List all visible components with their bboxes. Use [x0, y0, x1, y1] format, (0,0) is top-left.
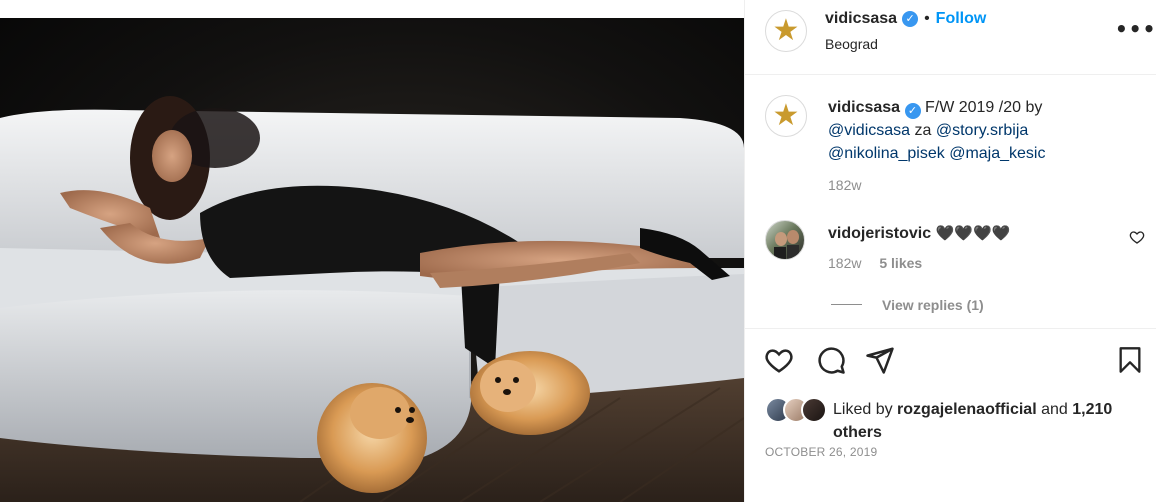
mention-link[interactable]: @nikolina_pisek	[828, 145, 945, 162]
liker-avatar	[801, 397, 827, 423]
comment-text: 🖤🖤🖤🖤	[935, 224, 1011, 242]
liked-by-prefix: Liked by	[833, 401, 893, 418]
comment-like-heart-icon[interactable]	[1129, 229, 1145, 245]
post-date[interactable]: OCTOBER 26, 2019	[765, 445, 877, 459]
likes-suffix[interactable]: others	[833, 424, 882, 441]
actions-divider	[745, 328, 1156, 329]
comment-timestamp[interactable]: 182w	[828, 255, 861, 271]
comment-row: vidojeristovic 🖤🖤🖤🖤	[828, 222, 1010, 245]
caption-text-start: F/W 2019 /20 by	[924, 99, 1043, 116]
author-username[interactable]: vidicsasa	[825, 10, 897, 28]
caption-author-avatar[interactable]: ★	[765, 95, 807, 137]
post-location[interactable]: Beograd	[825, 36, 878, 52]
separator-dot: •	[924, 10, 930, 27]
comment-meta: 182w 5 likes	[828, 255, 922, 271]
commenter-avatar[interactable]	[765, 220, 805, 260]
star-logo-icon: ★	[772, 98, 800, 133]
photo-illustration	[0, 96, 744, 502]
instagram-post-view: ★ vidicsasa ✓ • Follow Beograd ••• ★ vid…	[0, 0, 1156, 502]
verified-badge-icon: ✓	[902, 11, 919, 27]
likes-count[interactable]: 1,210	[1072, 401, 1112, 418]
comment-likes[interactable]: 5 likes	[879, 255, 922, 271]
mention-link[interactable]: @story.srbija	[936, 122, 1028, 139]
post-side-panel: ★ vidicsasa ✓ • Follow Beograd ••• ★ vid…	[744, 0, 1156, 502]
heart-icon[interactable]	[764, 345, 794, 375]
liked-by-user[interactable]: rozgajelenaofficial	[897, 401, 1037, 418]
liked-by-middle: and	[1041, 401, 1068, 418]
mention-link[interactable]: @maja_kesic	[949, 145, 1045, 162]
commenter-username[interactable]: vidojeristovic	[828, 225, 931, 242]
view-replies-button[interactable]: View replies (1)	[882, 297, 984, 313]
paper-plane-icon[interactable]	[865, 345, 895, 375]
liked-by-text: Liked by rozgajelenaofficial and 1,210 o…	[833, 398, 1143, 444]
comment-icon[interactable]	[816, 345, 846, 375]
dog-left	[317, 383, 427, 493]
dog-right	[470, 351, 590, 435]
follow-button[interactable]: Follow	[936, 10, 987, 28]
verified-badge-icon: ✓	[904, 103, 921, 119]
post-photo[interactable]	[0, 18, 744, 502]
commenter-photo	[774, 230, 799, 259]
star-logo-icon: ★	[772, 13, 800, 48]
more-options-icon[interactable]: •••	[1115, 17, 1156, 41]
post-caption: vidicsasa ✓ F/W 2019 /20 by @vidicsasa z…	[828, 96, 1128, 197]
caption-word: za	[914, 122, 932, 139]
replies-divider	[831, 304, 862, 305]
caption-author-username[interactable]: vidicsasa	[828, 99, 900, 116]
header-title-row: vidicsasa ✓ • Follow	[825, 8, 986, 30]
author-avatar[interactable]: ★	[765, 10, 807, 52]
mention-link[interactable]: @vidicsasa	[828, 122, 910, 139]
caption-timestamp[interactable]: 182w	[828, 177, 861, 193]
photo-top-margin	[0, 0, 744, 18]
bookmark-icon[interactable]	[1116, 345, 1144, 375]
post-header: ★ vidicsasa ✓ • Follow Beograd •••	[745, 0, 1156, 75]
